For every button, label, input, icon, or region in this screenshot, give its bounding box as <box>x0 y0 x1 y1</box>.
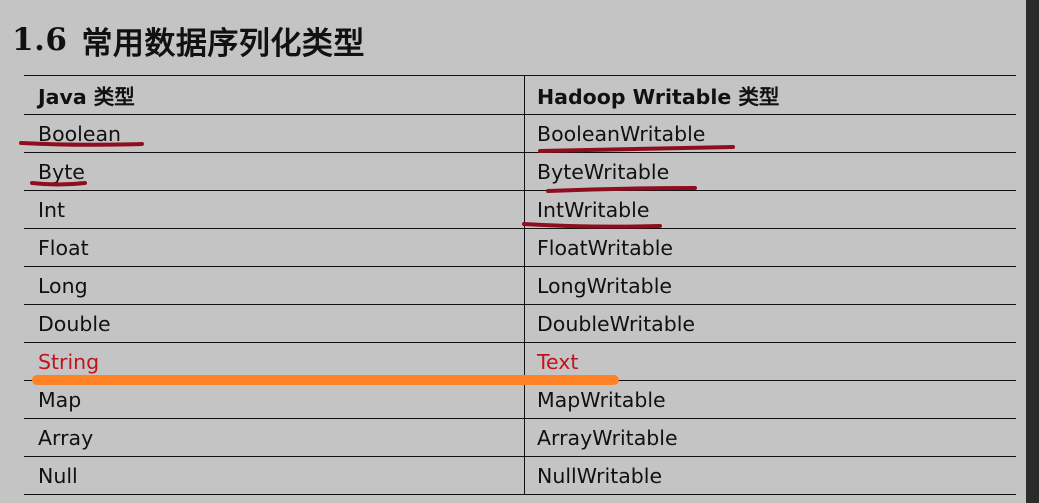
writable-type-cell: FloatWritable <box>537 235 674 260</box>
section-title: 常用数据序列化类型 <box>81 25 365 62</box>
table-row: Byte ByteWritable <box>24 153 1016 191</box>
table-row: Map MapWritable <box>24 381 1016 419</box>
java-type-cell: String <box>24 343 525 380</box>
table-row: Int IntWritable <box>24 191 1016 229</box>
table-row: Long LongWritable <box>24 267 1016 305</box>
table-row: Boolean BooleanWritable <box>24 115 1016 153</box>
writable-type-cell: IntWritable <box>537 197 650 222</box>
section-number: 1.6 <box>12 22 68 58</box>
writable-type-cell: Text <box>537 349 579 374</box>
java-type-cell: Int <box>24 191 525 228</box>
java-type-cell: Boolean <box>24 115 525 152</box>
writable-type-cell: NullWritable <box>537 463 663 488</box>
table-row: Null NullWritable <box>24 457 1016 495</box>
writable-type-cell: DoubleWritable <box>537 311 696 336</box>
java-type-cell: Null <box>24 457 525 494</box>
header-java-type: Java 类型 <box>24 76 525 114</box>
writable-type-cell: BooleanWritable <box>537 121 706 146</box>
table-row: Float FloatWritable <box>24 229 1016 267</box>
section-heading: 1.6 常用数据序列化类型 <box>12 18 365 62</box>
table-row-highlighted: String Text <box>24 343 1016 381</box>
java-type-cell: Float <box>24 229 525 266</box>
page-edge <box>1026 0 1039 503</box>
writable-type-cell: ByteWritable <box>537 159 670 184</box>
table-header-row: Java 类型 Hadoop Writable 类型 <box>24 76 1016 115</box>
java-type-cell: Long <box>24 267 525 304</box>
writable-type-cell: MapWritable <box>537 387 666 412</box>
java-type-cell: Map <box>24 381 525 418</box>
table-row: Double DoubleWritable <box>24 305 1016 343</box>
java-type-cell: Array <box>24 419 525 456</box>
table-row: Array ArrayWritable <box>24 419 1016 457</box>
java-type-cell: Byte <box>24 153 525 190</box>
java-type-cell: Double <box>24 305 525 342</box>
writable-type-cell: ArrayWritable <box>537 425 678 450</box>
header-hadoop-writable-type: Hadoop Writable 类型 <box>537 85 780 109</box>
type-mapping-table: Java 类型 Hadoop Writable 类型 Boolean Boole… <box>24 75 1016 495</box>
writable-type-cell: LongWritable <box>537 273 673 298</box>
